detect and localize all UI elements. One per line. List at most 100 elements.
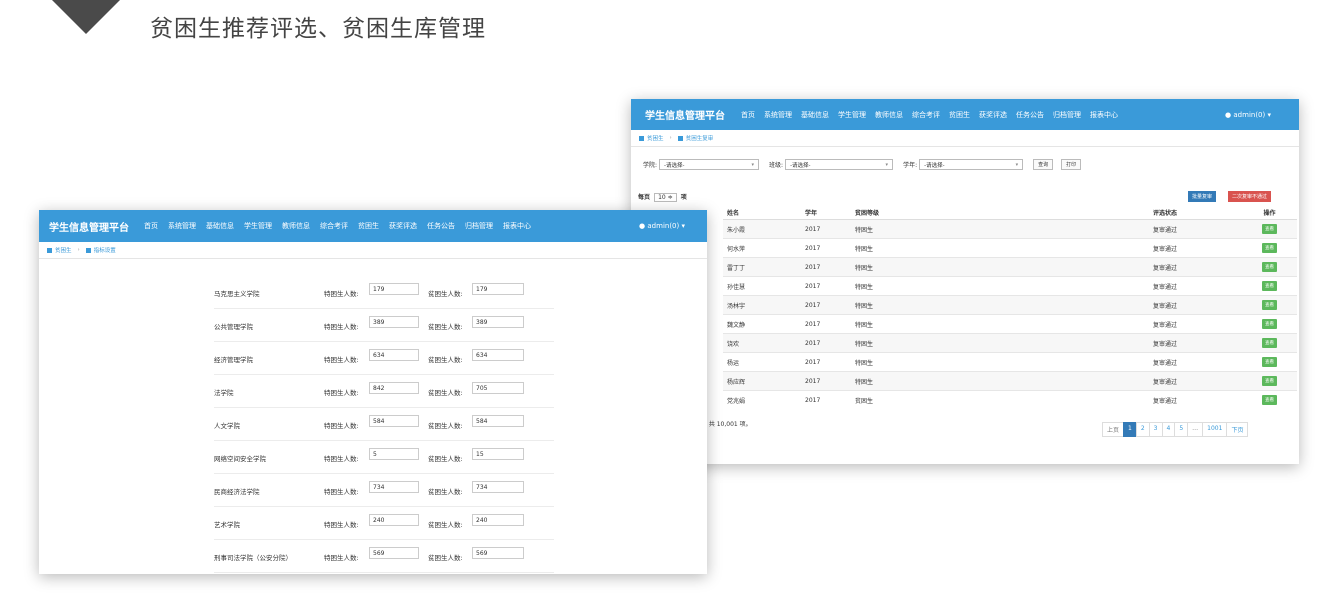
special-count-input[interactable]: 240 xyxy=(369,514,419,526)
breadcrumb-root[interactable]: 贫困生 xyxy=(55,246,72,254)
view-button[interactable]: 查看 xyxy=(1262,357,1277,367)
table-row: 杨应辉 2017 特困生 复审通过 查看 xyxy=(723,371,1297,391)
grid-icon xyxy=(47,247,52,253)
nav-item-home[interactable]: 首页 xyxy=(741,110,755,120)
view-button[interactable]: 查看 xyxy=(1262,338,1277,348)
poor-count-input[interactable]: 240 xyxy=(472,514,524,526)
nav-item-basic-info[interactable]: 基础信息 xyxy=(206,221,234,231)
nav-item-teachers[interactable]: 教师信息 xyxy=(875,110,903,120)
cell-action: 查看 xyxy=(1242,333,1297,353)
cell-name: 孙佳慧 xyxy=(723,276,801,296)
year-select[interactable]: -请选择- ▾ xyxy=(919,159,1024,170)
view-button[interactable]: 查看 xyxy=(1262,281,1277,291)
column-header-level[interactable]: 贫困等级 xyxy=(851,205,1149,220)
poor-count-input[interactable]: 734 xyxy=(472,481,524,493)
special-count-label: 特困生人数: xyxy=(324,521,359,529)
nav-item-awards[interactable]: 获奖评选 xyxy=(389,221,417,231)
nav-item-evaluation[interactable]: 综合考评 xyxy=(320,221,348,231)
user-menu[interactable]: ● admin(0) ▾ xyxy=(639,222,685,230)
user-menu[interactable]: ● admin(0) ▾ xyxy=(1225,111,1271,119)
nav-item-teachers[interactable]: 教师信息 xyxy=(282,221,310,231)
grid-icon xyxy=(677,135,683,141)
poor-count-input[interactable]: 705 xyxy=(472,382,524,394)
nav-item-archive[interactable]: 归档管理 xyxy=(465,221,493,231)
college-name: 民商经济法学院 xyxy=(214,488,260,496)
view-button[interactable]: 查看 xyxy=(1262,395,1277,405)
nav-item-announcements[interactable]: 任务公告 xyxy=(1016,110,1044,120)
pagination-page-5[interactable]: 5 xyxy=(1174,422,1189,437)
college-name: 刑事司法学院（公安分院） xyxy=(214,554,292,562)
nav-item-system[interactable]: 系统管理 xyxy=(764,110,792,120)
nav-item-poor-students[interactable]: 贫困生 xyxy=(949,110,970,120)
special-count-input[interactable]: 584 xyxy=(369,415,419,427)
nav-item-poor-students[interactable]: 贫困生 xyxy=(358,221,379,231)
view-button[interactable]: 查看 xyxy=(1262,300,1277,310)
cell-status: 复审通过 xyxy=(1149,257,1242,277)
view-button[interactable]: 查看 xyxy=(1262,243,1277,253)
nav-item-reports[interactable]: 报表中心 xyxy=(1090,110,1118,120)
class-select[interactable]: -请选择- ▾ xyxy=(785,159,894,170)
poor-count-input[interactable]: 15 xyxy=(472,448,524,460)
nav-item-basic-info[interactable]: 基础信息 xyxy=(801,110,829,120)
query-button[interactable]: 查询 xyxy=(1033,159,1054,170)
second-review-reject-button[interactable]: 二次复审不通过 xyxy=(1228,191,1272,202)
pagination-next[interactable]: 下页 xyxy=(1226,422,1249,437)
nav-item-home[interactable]: 首页 xyxy=(144,221,158,231)
print-button[interactable]: 打印 xyxy=(1061,159,1082,170)
college-name: 网络空间安全学院 xyxy=(214,455,266,463)
page-size-select[interactable]: 10 ≑ xyxy=(654,193,677,202)
nav-item-awards[interactable]: 获奖评选 xyxy=(979,110,1007,120)
poor-count-input[interactable]: 634 xyxy=(472,349,524,361)
brand-title[interactable]: 学生信息管理平台 xyxy=(645,107,725,122)
nav-item-reports[interactable]: 报表中心 xyxy=(503,221,531,231)
special-count-input[interactable]: 389 xyxy=(369,316,419,328)
poor-count-input[interactable]: 569 xyxy=(472,547,524,559)
table-row: 魏文静 2017 特困生 复审通过 查看 xyxy=(723,314,1297,334)
quota-row: 艺术学院 特困生人数: 240 贫困生人数: 240 xyxy=(214,507,554,540)
nav-item-system[interactable]: 系统管理 xyxy=(168,221,196,231)
column-header-year[interactable]: 学年 xyxy=(801,205,851,220)
column-header-status[interactable]: 评选状态 xyxy=(1149,205,1242,220)
special-count-input[interactable]: 5 xyxy=(369,448,419,460)
pagination-page-4[interactable]: 4 xyxy=(1161,422,1176,437)
nav-item-students[interactable]: 学生管理 xyxy=(244,221,272,231)
special-count-input[interactable]: 179 xyxy=(369,283,419,295)
view-button[interactable]: 查看 xyxy=(1262,376,1277,386)
nav-item-evaluation[interactable]: 综合考评 xyxy=(912,110,940,120)
special-count-label: 特困生人数: xyxy=(324,389,359,397)
cell-status: 复审通过 xyxy=(1149,219,1242,239)
table-row: 雷丁丁 2017 特困生 复审通过 查看 xyxy=(723,257,1297,277)
pagination-page-1[interactable]: 1 xyxy=(1123,422,1137,437)
cell-action: 查看 xyxy=(1242,314,1297,334)
nav-item-announcements[interactable]: 任务公告 xyxy=(427,221,455,231)
pagination-page-2[interactable]: 2 xyxy=(1135,422,1150,437)
cell-level: 特困生 xyxy=(851,333,1149,353)
pagination-prev[interactable]: 上页 xyxy=(1102,422,1125,437)
column-header-name[interactable]: 姓名 xyxy=(723,205,801,220)
brand-title[interactable]: 学生信息管理平台 xyxy=(49,219,129,234)
special-count-input[interactable]: 734 xyxy=(369,481,419,493)
poor-count-input[interactable]: 584 xyxy=(472,415,524,427)
cell-year: 2017 xyxy=(801,238,851,258)
breadcrumb-root[interactable]: 贫困生 xyxy=(647,134,664,142)
pagination-page-last[interactable]: 1001 xyxy=(1202,422,1228,437)
view-button[interactable]: 查看 xyxy=(1262,262,1277,272)
nav-item-archive[interactable]: 归档管理 xyxy=(1053,110,1081,120)
column-header-action: 操作 xyxy=(1242,205,1297,220)
pagination-ellipsis: … xyxy=(1187,422,1204,437)
college-select[interactable]: -请选择- ▾ xyxy=(659,159,760,170)
cell-level: 特困生 xyxy=(851,219,1149,239)
batch-review-button[interactable]: 批量复审 xyxy=(1188,191,1217,202)
nav-item-students[interactable]: 学生管理 xyxy=(838,110,866,120)
pagination-page-3[interactable]: 3 xyxy=(1148,422,1163,437)
poor-count-input[interactable]: 179 xyxy=(472,283,524,295)
special-count-input[interactable]: 634 xyxy=(369,349,419,361)
view-button[interactable]: 查看 xyxy=(1262,224,1277,234)
special-count-input[interactable]: 842 xyxy=(369,382,419,394)
user-name: admin(0) xyxy=(1233,110,1266,119)
cell-level: 特困生 xyxy=(851,314,1149,334)
special-count-input[interactable]: 569 xyxy=(369,547,419,559)
view-button[interactable]: 查看 xyxy=(1262,319,1277,329)
cell-action: 查看 xyxy=(1242,219,1297,239)
poor-count-input[interactable]: 389 xyxy=(472,316,524,328)
